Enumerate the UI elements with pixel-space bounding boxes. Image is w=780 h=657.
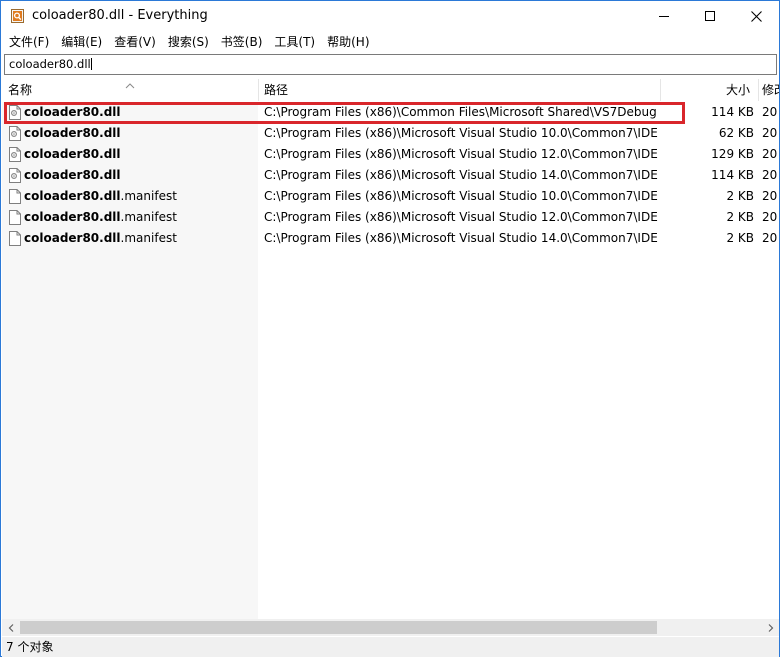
sort-ascending-icon — [125, 79, 135, 89]
scroll-right-button[interactable] — [762, 619, 779, 636]
menu-tools[interactable]: 工具(T) — [268, 32, 321, 52]
status-text: 7 个对象 — [6, 640, 54, 654]
window-title: coloader80.dll - Everything — [32, 8, 208, 23]
file-path: C:\Program Files (x86)\Common Files\Micr… — [264, 105, 657, 119]
file-name-extension: .manifest — [120, 189, 177, 203]
file-size: 2 KB — [726, 189, 754, 203]
table-row[interactable]: coloader80.dll C:\Program Files (x86)\Mic… — [2, 165, 779, 186]
column-headers: 名称 路径 大小 修改 — [2, 79, 779, 101]
menu-view[interactable]: 查看(V) — [108, 32, 162, 52]
file-name-match: coloader80.dll — [24, 105, 121, 119]
search-input-value: coloader80.dll — [9, 57, 91, 71]
file-modified-date: 20 — [762, 231, 778, 245]
menu-edit[interactable]: 编辑(E) — [55, 32, 108, 52]
dll-file-icon — [9, 105, 21, 120]
file-name-match: coloader80.dll — [24, 210, 121, 224]
file-name: coloader80.dll.manifest — [24, 207, 256, 228]
menu-help[interactable]: 帮助(H) — [321, 32, 375, 52]
file-name-match: coloader80.dll — [24, 189, 121, 203]
file-modified-date: 20 — [762, 189, 778, 203]
maximize-button[interactable] — [687, 1, 733, 31]
menu-search[interactable]: 搜索(S) — [162, 32, 215, 52]
file-name-extension: .manifest — [120, 231, 177, 245]
text-caret — [90, 58, 92, 70]
scrollbar-thumb[interactable] — [20, 621, 657, 634]
table-row[interactable]: coloader80.dll.manifest C:\Program Files … — [2, 228, 779, 249]
dll-file-icon — [9, 126, 21, 141]
file-modified-date: 20 — [762, 105, 778, 119]
table-row[interactable]: coloader80.dll.manifest C:\Program Files … — [2, 186, 779, 207]
file-path: C:\Program Files (x86)\Microsoft Visual … — [264, 231, 658, 245]
file-name: coloader80.dll — [24, 123, 256, 144]
column-header-path[interactable]: 路径 — [264, 79, 654, 101]
file-path: C:\Program Files (x86)\Microsoft Visual … — [264, 147, 658, 161]
dll-file-icon — [9, 147, 21, 162]
table-row[interactable]: coloader80.dll C:\Program Files (x86)\Com… — [2, 102, 779, 123]
file-size: 129 KB — [711, 147, 754, 161]
file-modified-date: 20 — [762, 126, 778, 140]
manifest-file-icon — [9, 231, 21, 246]
menu-bookmarks[interactable]: 书签(B) — [215, 32, 269, 52]
table-row[interactable]: coloader80.dll C:\Program Files (x86)\Mic… — [2, 144, 779, 165]
manifest-file-icon — [9, 189, 21, 204]
file-path: C:\Program Files (x86)\Microsoft Visual … — [264, 210, 658, 224]
file-size: 62 KB — [718, 126, 754, 140]
file-size: 114 KB — [711, 168, 754, 182]
file-name: coloader80.dll — [24, 102, 256, 123]
file-name-match: coloader80.dll — [24, 168, 121, 182]
status-bar: 7 个对象 — [2, 637, 779, 657]
file-name: coloader80.dll.manifest — [24, 228, 256, 249]
file-size: 114 KB — [711, 105, 754, 119]
scroll-left-button[interactable] — [2, 619, 19, 636]
file-name-match: coloader80.dll — [24, 231, 121, 245]
horizontal-scrollbar[interactable] — [2, 619, 779, 636]
close-icon — [750, 10, 762, 22]
column-divider[interactable] — [660, 79, 661, 101]
file-name-extension: .manifest — [120, 210, 177, 224]
file-name: coloader80.dll.manifest — [24, 186, 256, 207]
column-divider[interactable] — [758, 79, 759, 101]
title-bar[interactable]: coloader80.dll - Everything — [1, 1, 779, 31]
everything-app-icon[interactable] — [11, 9, 24, 23]
chevron-left-icon — [8, 621, 14, 635]
minimize-button[interactable] — [641, 1, 687, 31]
table-row[interactable]: coloader80.dll C:\Program Files (x86)\Mic… — [2, 123, 779, 144]
results-list[interactable]: coloader80.dll C:\Program Files (x86)\Com… — [2, 102, 779, 619]
minimize-icon — [659, 11, 669, 21]
search-input[interactable]: coloader80.dll — [4, 54, 777, 75]
menu-file[interactable]: 文件(F) — [3, 32, 55, 52]
file-size: 2 KB — [726, 231, 754, 245]
menu-bar: 文件(F) 编辑(E) 查看(V) 搜索(S) 书签(B) 工具(T) 帮助(H… — [1, 32, 779, 52]
table-row[interactable]: coloader80.dll.manifest C:\Program Files … — [2, 207, 779, 228]
file-name: coloader80.dll — [24, 144, 256, 165]
file-name-match: coloader80.dll — [24, 147, 121, 161]
file-name-match: coloader80.dll — [24, 126, 121, 140]
dll-file-icon — [9, 168, 21, 183]
file-modified-date: 20 — [762, 210, 778, 224]
file-modified-date: 20 — [762, 168, 778, 182]
file-path: C:\Program Files (x86)\Microsoft Visual … — [264, 189, 658, 203]
file-size: 2 KB — [726, 210, 754, 224]
close-button[interactable] — [733, 1, 779, 31]
file-path: C:\Program Files (x86)\Microsoft Visual … — [264, 126, 658, 140]
column-header-modified[interactable]: 修改 — [762, 79, 779, 101]
manifest-file-icon — [9, 210, 21, 225]
maximize-icon — [705, 11, 715, 21]
column-header-size[interactable]: 大小 — [662, 79, 750, 101]
file-path: C:\Program Files (x86)\Microsoft Visual … — [264, 168, 658, 182]
column-divider[interactable] — [258, 79, 259, 101]
chevron-right-icon — [768, 621, 774, 635]
file-name: coloader80.dll — [24, 165, 256, 186]
everything-window: coloader80.dll - Everything 文件(F) 编辑(E) … — [0, 0, 780, 657]
file-modified-date: 20 — [762, 147, 778, 161]
